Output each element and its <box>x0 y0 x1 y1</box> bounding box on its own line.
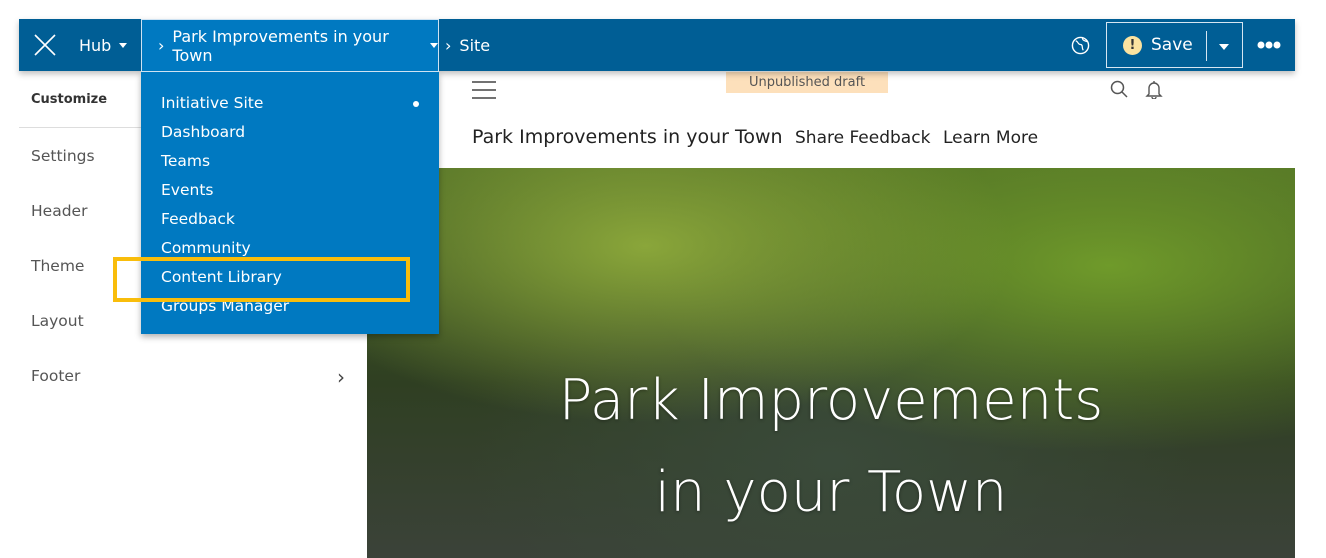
hero-title-line-2: in your Town <box>654 460 1008 525</box>
divider <box>1206 31 1207 61</box>
initiative-label: Park Improvements in your Town <box>172 26 389 65</box>
hero-banner: Park Improvements in your Town <box>367 168 1295 558</box>
nav-learn-more[interactable]: Learn More <box>943 128 1038 148</box>
menu-item-initiative-site[interactable]: Initiative Site <box>141 89 439 118</box>
hub-menu-button[interactable]: Hub <box>79 19 128 71</box>
warning-icon: ! <box>1123 35 1142 55</box>
sidebar-item-header[interactable]: Header <box>31 202 87 220</box>
chevron-right-icon: › <box>158 36 165 55</box>
unpublished-draft-badge: Unpublished draft <box>726 72 888 93</box>
menu-item-dashboard[interactable]: Dashboard <box>141 118 439 147</box>
hero-title: Park Improvements in your Town <box>367 355 1295 539</box>
save-label: Save <box>1151 35 1193 55</box>
caret-down-icon <box>119 42 128 48</box>
globe-icon[interactable] <box>1071 19 1090 71</box>
hero-title-line-1: Park Improvements <box>558 368 1104 433</box>
chevron-right-icon: › <box>445 35 452 55</box>
site-label: Site <box>459 35 491 55</box>
menu-item-events[interactable]: Events <box>141 176 439 205</box>
sidebar-item-footer[interactable]: Footer <box>31 367 80 385</box>
save-button[interactable]: ! Save <box>1106 22 1243 68</box>
customize-heading: Customize <box>31 92 108 107</box>
close-icon[interactable] <box>33 19 57 71</box>
initiative-breadcrumb-button[interactable]: › Park Improvements in your Town <box>141 19 439 72</box>
sidebar-item-theme[interactable]: Theme <box>31 257 84 275</box>
hamburger-menu-icon[interactable] <box>472 80 496 104</box>
chevron-right-icon[interactable]: › <box>337 365 345 389</box>
menu-item-feedback[interactable]: Feedback <box>141 205 439 234</box>
highlight-box <box>113 257 410 302</box>
site-title[interactable]: Park Improvements in your Town <box>472 126 783 148</box>
menu-item-label: Initiative Site <box>161 94 264 112</box>
sidebar-item-layout[interactable]: Layout <box>31 312 84 330</box>
search-icon[interactable] <box>1110 80 1128 102</box>
site-header: Unpublished draft Park Improvements in y… <box>440 72 1295 168</box>
more-options-button[interactable] <box>1257 19 1281 71</box>
active-dot-icon <box>413 101 419 107</box>
menu-item-teams[interactable]: Teams <box>141 147 439 176</box>
save-options-caret-icon[interactable] <box>1219 44 1229 50</box>
sidebar-item-settings[interactable]: Settings <box>31 147 95 165</box>
caret-down-icon <box>430 43 438 48</box>
nav-share-feedback[interactable]: Share Feedback <box>795 128 930 148</box>
bell-icon[interactable] <box>1145 80 1163 103</box>
divider <box>19 127 141 128</box>
hub-label: Hub <box>79 35 112 55</box>
breadcrumb-site[interactable]: › Site <box>445 19 490 71</box>
